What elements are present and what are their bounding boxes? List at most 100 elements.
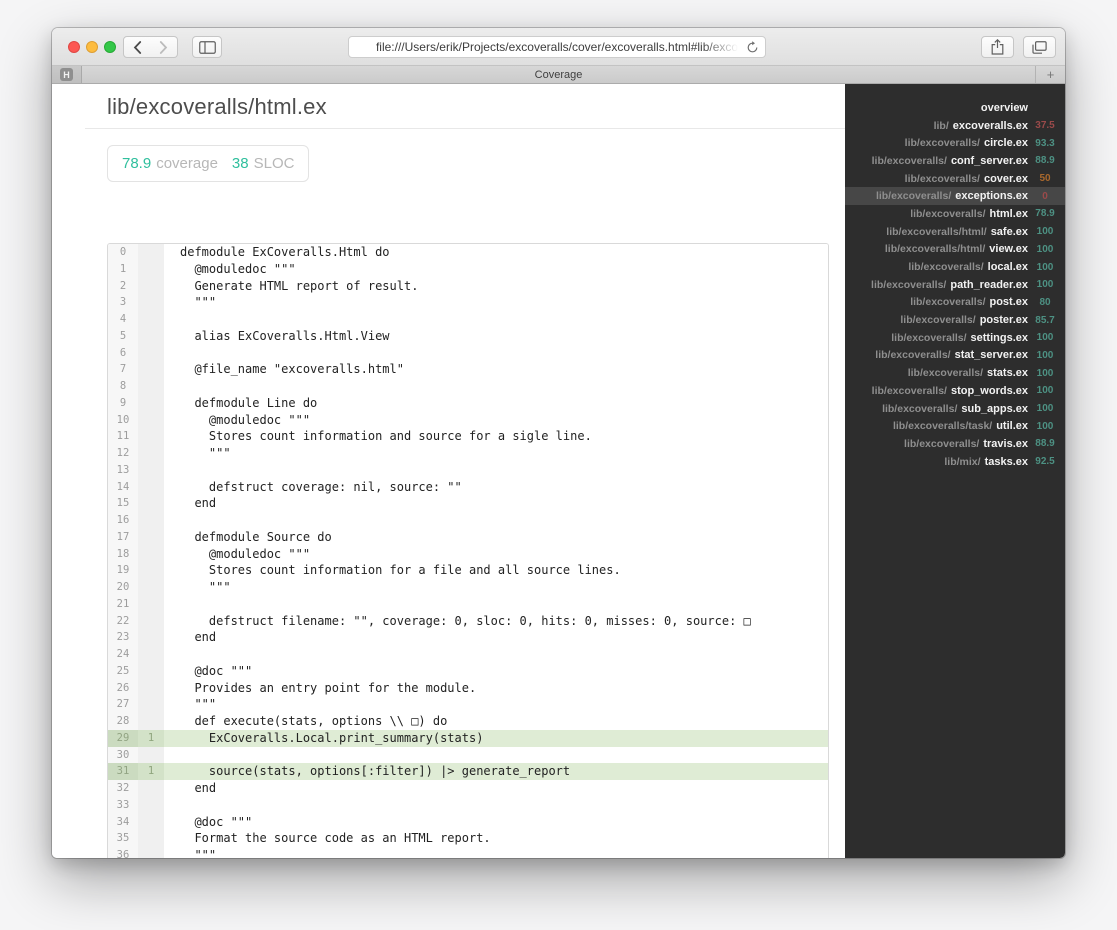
sidebar-item-travis.ex[interactable]: lib/excoveralls/travis.ex 88.9 xyxy=(845,435,1065,453)
sidebar-item-cover.ex[interactable]: lib/excoveralls/cover.ex 50 xyxy=(845,170,1065,188)
code-line-3: 3 """ xyxy=(108,294,828,311)
line-number: 26 xyxy=(108,679,138,697)
file-dir: lib/excoveralls/task/ xyxy=(892,420,993,433)
sidebar-item-excoveralls.ex[interactable]: lib/excoveralls.ex 37.5 xyxy=(845,117,1065,135)
tab-coverage[interactable]: Coverage xyxy=(82,66,1035,83)
file-dir: lib/excoveralls/ xyxy=(910,207,986,220)
file-list: overview lib/excoveralls.ex 37.5 lib/excove… xyxy=(845,99,1065,470)
file-name: cover.ex xyxy=(983,172,1028,185)
file-name: safe.ex xyxy=(990,225,1028,238)
sidebar-item-stop_words.ex[interactable]: lib/excoveralls/stop_words.ex 100 xyxy=(845,382,1065,400)
line-number: 20 xyxy=(108,579,138,596)
coverage-percent: 100 xyxy=(1036,261,1054,273)
code-line-8: 8 xyxy=(108,378,828,395)
sidebar-item-settings.ex[interactable]: lib/excoveralls/settings.ex 100 xyxy=(845,329,1065,347)
line-number: 9 xyxy=(108,394,138,412)
line-number: 34 xyxy=(108,813,138,831)
sidebar-item-exceptions.ex[interactable]: lib/excoveralls/exceptions.ex 0 xyxy=(845,187,1065,206)
coverage-percent: 80 xyxy=(1039,296,1051,308)
hit-count xyxy=(138,244,164,261)
code-line-27: 27 """ xyxy=(108,696,828,713)
file-name: html.ex xyxy=(989,207,1028,220)
coverage-percent: 88.9 xyxy=(1035,438,1055,450)
code-line-6: 6 xyxy=(108,344,828,362)
source-text: defmodule Line do xyxy=(164,394,828,412)
code-line-30: 30 xyxy=(108,746,828,764)
file-name: path_reader.ex xyxy=(950,278,1028,291)
line-number: 4 xyxy=(108,311,138,328)
new-tab-button[interactable]: + xyxy=(1035,66,1065,83)
sidebar-item-path_reader.ex[interactable]: lib/excoveralls/path_reader.ex 100 xyxy=(845,276,1065,294)
chevron-right-icon xyxy=(159,40,168,54)
sidebar-item-circle.ex[interactable]: lib/excoveralls/circle.ex 93.3 xyxy=(845,134,1065,152)
code-line-7: 7 @file_name "excoveralls.html" xyxy=(108,361,828,378)
file-name: excoveralls.ex xyxy=(952,119,1028,132)
code-line-34: 34 @doc """ xyxy=(108,813,828,831)
file-name: overview xyxy=(980,101,1028,114)
plus-icon: + xyxy=(1046,67,1055,82)
coverage-label: coverage xyxy=(156,155,218,172)
sidebar-item-tasks.ex[interactable]: lib/mix/tasks.ex 92.5 xyxy=(845,453,1065,471)
hit-count xyxy=(138,512,164,529)
sidebar-item-stats.ex[interactable]: lib/excoveralls/stats.ex 100 xyxy=(845,364,1065,382)
line-number: 25 xyxy=(108,662,138,680)
chevron-left-icon xyxy=(133,40,142,54)
sidebar-item-poster.ex[interactable]: lib/excoveralls/poster.ex 85.7 xyxy=(845,311,1065,329)
line-number: 11 xyxy=(108,428,138,445)
tab-title: Coverage xyxy=(534,68,583,81)
close-window-button[interactable] xyxy=(68,41,80,53)
code-line-32: 32 end xyxy=(108,780,828,797)
line-number: 22 xyxy=(108,612,138,630)
source-text xyxy=(164,646,828,663)
source-text: Stores count information for a file and … xyxy=(164,562,828,579)
address-bar[interactable]: file:///Users/erik/Projects/excoveralls/… xyxy=(348,36,766,58)
file-dir: lib/excoveralls/ xyxy=(904,172,980,185)
page-title: lib/excoveralls/html.ex xyxy=(107,94,327,119)
code-line-18: 18 @moduledoc """ xyxy=(108,545,828,563)
line-number: 19 xyxy=(108,562,138,579)
sidebar-toggle-button[interactable] xyxy=(192,36,222,58)
minimize-window-button[interactable] xyxy=(86,41,98,53)
hit-count xyxy=(138,796,164,814)
sidebar-item-local.ex[interactable]: lib/excoveralls/local.ex 100 xyxy=(845,258,1065,276)
code-panel: 0 defmodule ExCoveralls.Html do 1 @moduled… xyxy=(107,243,829,858)
sidebar-item-sub_apps.ex[interactable]: lib/excoveralls/sub_apps.ex 100 xyxy=(845,400,1065,418)
sidebar-item-conf_server.ex[interactable]: lib/excoveralls/conf_server.ex 88.9 xyxy=(845,152,1065,170)
line-number: 31 xyxy=(108,763,138,780)
source-text: Stores count information and source for … xyxy=(164,428,828,445)
reload-icon[interactable] xyxy=(746,41,759,54)
sidebar-item-post.ex[interactable]: lib/excoveralls/post.ex 80 xyxy=(845,294,1065,312)
coverage-value: 78.9 xyxy=(122,155,152,172)
line-number: 7 xyxy=(108,361,138,378)
sidebar-item-overview[interactable]: overview xyxy=(845,99,1065,117)
back-button[interactable] xyxy=(123,36,151,58)
file-dir: lib/excoveralls/ xyxy=(907,367,984,380)
line-number: 32 xyxy=(108,780,138,797)
line-number: 17 xyxy=(108,528,138,546)
source-text xyxy=(164,796,828,814)
url-text: file:///Users/erik/Projects/excoveralls/… xyxy=(375,40,739,54)
source-text xyxy=(164,344,828,362)
hit-count xyxy=(138,461,164,479)
line-number: 35 xyxy=(108,830,138,847)
zoom-window-button[interactable] xyxy=(104,41,116,53)
pinned-tab[interactable]: H xyxy=(52,66,82,83)
hit-count xyxy=(138,662,164,680)
source-text: @doc """ xyxy=(164,662,828,680)
file-dir: lib/excoveralls/ xyxy=(871,384,947,397)
source-text: defstruct filename: "", coverage: 0, slo… xyxy=(164,612,828,630)
hit-count xyxy=(138,713,164,730)
sidebar-item-html.ex[interactable]: lib/excoveralls/html.ex 78.9 xyxy=(845,205,1065,223)
safari-window: file:///Users/erik/Projects/excoveralls/… xyxy=(52,28,1065,858)
file-name: travis.ex xyxy=(983,437,1028,450)
forward-button[interactable] xyxy=(150,36,178,58)
sidebar-item-util.ex[interactable]: lib/excoveralls/task/util.ex 100 xyxy=(845,417,1065,435)
sidebar-item-stat_server.ex[interactable]: lib/excoveralls/stat_server.ex 100 xyxy=(845,347,1065,365)
source-text: """ xyxy=(164,294,828,311)
sidebar-item-safe.ex[interactable]: lib/excoveralls/html/safe.ex 100 xyxy=(845,223,1065,241)
hit-count xyxy=(138,679,164,697)
sidebar-item-view.ex[interactable]: lib/excoveralls/html/view.ex 100 xyxy=(845,241,1065,259)
show-all-tabs-button[interactable] xyxy=(1023,36,1056,58)
share-button[interactable] xyxy=(981,36,1014,58)
line-number: 27 xyxy=(108,696,138,713)
